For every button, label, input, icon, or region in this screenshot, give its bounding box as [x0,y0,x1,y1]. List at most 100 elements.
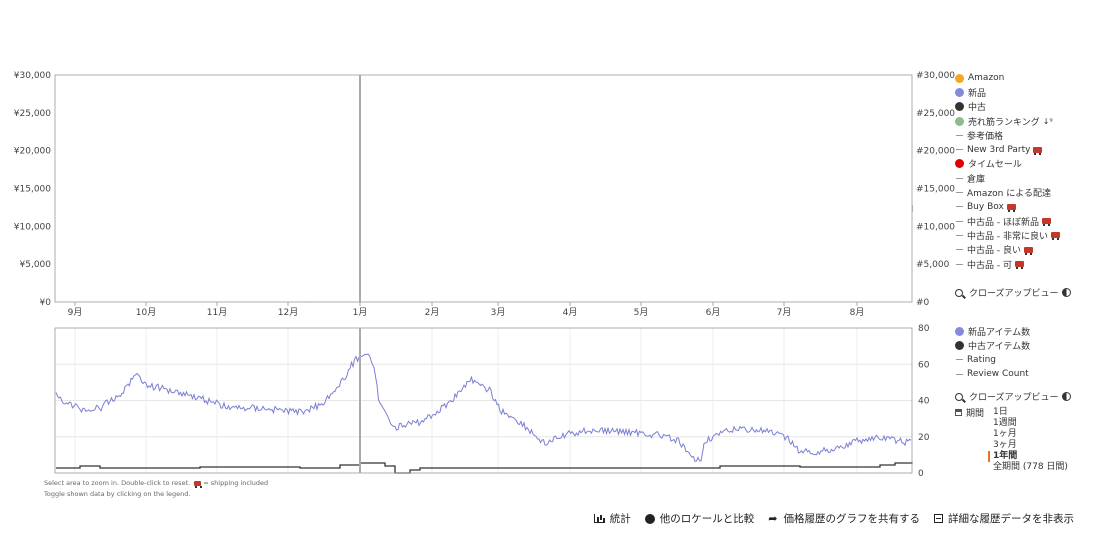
x-tick-label: 10月 [136,307,156,318]
legend-label: Buy Box [967,201,1004,212]
legend-item[interactable]: 中古品 - 非常に良い [955,228,1060,242]
toggle-icon [1061,392,1071,401]
compare-label: 他のロケールと比較 [659,513,755,525]
legend-item[interactable]: 中古 [955,100,1060,114]
y-tick-right: #20,000 [916,147,955,157]
truck-icon [194,480,203,488]
legend-item[interactable]: Buy Box [955,200,1060,214]
legend-item[interactable]: Amazon による配達 [955,185,1060,199]
legend-dot [955,159,964,169]
y-tick-right: 60 [918,360,930,370]
range-option[interactable]: 1週間 [993,418,1068,429]
legend-label: Amazon による配達 [967,189,1051,200]
legend-line [956,220,963,222]
hint-toggle: Toggle shown data by clicking on the leg… [44,490,191,498]
legend-label: 新品 [968,88,987,99]
legend-item[interactable]: 中古品 - ほぼ新品 [955,214,1060,228]
truck-icon [1014,261,1024,269]
share-label: 価格履歴のグラフを共有する [783,513,921,525]
range-option[interactable]: 3ヶ月 [993,440,1068,451]
y-tick-right: 80 [918,324,930,334]
legend-item[interactable]: 参考価格 [955,128,1060,142]
range-option[interactable]: 1ヶ月 [993,429,1068,440]
y-tick-right: 40 [918,397,930,407]
legend-item[interactable]: 中古品 - 可 [955,257,1060,271]
y-tick-right: #10,000 [916,222,955,232]
x-tick-label: 2月 [425,307,440,318]
y-tick-left: ¥25,000 [14,109,51,119]
legend-label: 中古アイテム数 [968,341,1031,352]
range-label: 期間 [966,409,985,419]
legend-label: Amazon [968,73,1005,84]
legend-item[interactable]: Rating [955,353,1030,367]
globe-icon [644,513,655,524]
closeup-label: クローズアップビュー [969,393,1059,403]
y-tick-left: ¥10,000 [14,222,51,232]
legend-dot [955,87,964,97]
compare-locales-button[interactable]: 他のロケールと比較 [644,511,755,526]
stats-label: 統計 [609,513,631,525]
legend-line [956,234,963,236]
stats-button[interactable]: 統計 [593,511,631,526]
closeup-label: クローズアップビュー [969,289,1059,299]
toggle-icon [1061,288,1071,297]
legend-item[interactable]: 倉庫 [955,171,1060,185]
legend-label: Rating [967,354,997,365]
legend-label: 中古 [968,103,987,114]
share-icon: ➦ [768,512,778,525]
legend-item[interactable]: 中古品 - 良い [955,243,1060,257]
truck-icon [1006,203,1016,212]
legend-item[interactable]: 売れ筋ランキング ↓⁹ [955,114,1060,128]
x-tick-label: 7月 [777,307,792,318]
y-tick-left: ¥30,000 [14,71,51,81]
legend-item[interactable]: 新品アイテム数 [955,324,1030,338]
range-option[interactable]: 1年間 [988,451,1068,462]
range-option[interactable]: 1日 [993,407,1068,418]
chart-hint: Select area to zoom in. Double-click to … [44,478,268,500]
hint-zoom: Select area to zoom in. Double-click to … [44,479,191,487]
search-icon [955,392,963,401]
y-tick-left: ¥15,000 [14,185,51,195]
new-offer-count-line [55,353,912,463]
legend-line [956,373,963,375]
legend-label: 参考価格 [967,131,1004,142]
legend-label: 倉庫 [967,174,986,185]
legend-line [956,206,963,208]
legend-item[interactable]: Review Count [955,367,1030,381]
legend-line [956,192,963,194]
legend-label: 売れ筋ランキング [968,117,1040,128]
bar-chart-icon [593,514,605,523]
truck-icon [1041,218,1051,227]
legend-item[interactable]: タイムセール [955,157,1060,171]
legend-item[interactable]: 中古アイテム数 [955,338,1030,352]
x-tick-label: 11月 [207,307,227,318]
legend-item[interactable]: 新品 [955,85,1060,99]
legend-line [956,134,963,136]
y-tick-right: #30,000 [916,71,955,81]
legend-label: New 3rd Party [967,144,1031,155]
legend-dot [955,340,964,350]
legend-line [956,359,963,361]
search-icon [955,288,963,297]
hide-label: 詳細な履歴データを非表示 [948,513,1074,525]
closeup-toggle-bottom[interactable]: クローズアップビュー [955,390,1071,403]
x-tick-label: 9月 [68,307,83,318]
range-option[interactable]: 全期間 (778 日間) [993,462,1068,473]
legend-item[interactable]: New 3rd Party [955,142,1060,156]
hide-history-button[interactable]: 詳細な履歴データを非表示 [934,511,1074,526]
range-selector: 期間 1日 1週間 1ヶ月 3ヶ月 1年間 全期間 (778 日間) [955,407,1068,473]
legend-line [956,149,963,151]
price-history-chart[interactable]: ¥30,000 #30,000 ¥25,000 #25,000 ¥20,000 #20,0… [0,0,1094,550]
y-tick-left: ¥0 [40,298,52,308]
legend-line [956,177,963,179]
legend-dot [955,73,964,83]
truck-icon [1033,146,1043,155]
legend-line [956,263,963,265]
share-graph-button[interactable]: ➦ 価格履歴のグラフを共有する [768,511,920,526]
x-tick-label: 6月 [706,307,721,318]
sort-icon[interactable]: ↓⁹ [1043,117,1053,126]
x-tick-label: 4月 [563,307,578,318]
closeup-toggle-top[interactable]: クローズアップビュー [955,286,1071,299]
legend-label: 中古品 - 非常に良い [967,231,1048,242]
legend-item[interactable]: Amazon [955,71,1060,85]
